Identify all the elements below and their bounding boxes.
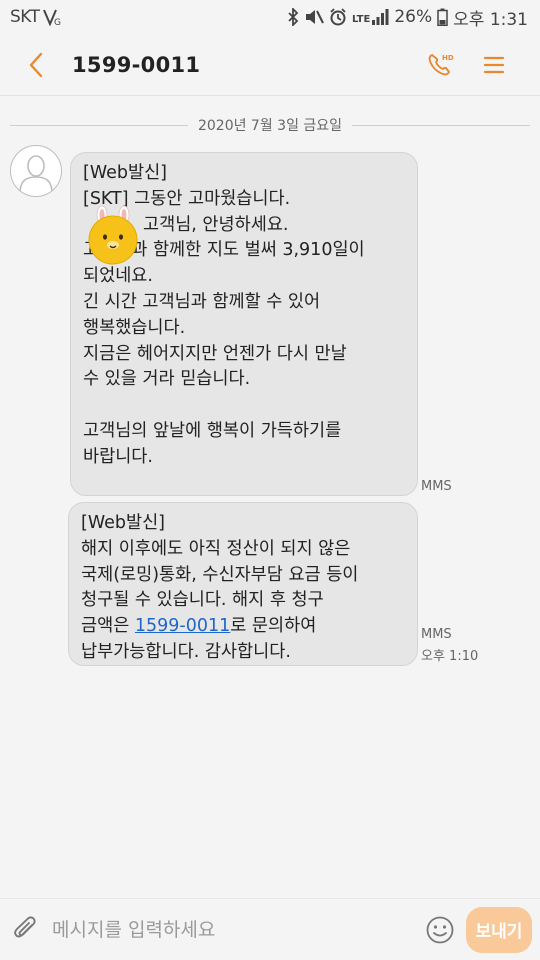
message-line: 바랍니다. xyxy=(83,446,153,467)
composer-bar: 보내기 xyxy=(0,898,540,960)
message-line: 납부가능합니다. 감사합니다. xyxy=(81,641,291,662)
svg-text:HD: HD xyxy=(442,54,454,62)
bluetooth-icon xyxy=(288,8,299,26)
clock: 오후 1:31 xyxy=(453,9,528,30)
send-button[interactable]: 보내기 xyxy=(466,906,532,953)
menu-icon xyxy=(483,56,505,73)
sticker-bear-icon xyxy=(88,205,138,265)
back-button[interactable] xyxy=(0,34,72,96)
emoji-icon xyxy=(426,916,454,943)
battery-percent: 26% xyxy=(394,7,433,27)
call-button[interactable]: HD xyxy=(418,43,462,87)
message-line: 수 있을 거라 믿습니다. xyxy=(83,369,251,390)
message-line: 고객님의 앞날에 행복이 가득하기를 xyxy=(83,420,342,441)
message-line: 금액은 1599-0011로 문의하여 xyxy=(81,614,405,640)
message-meta: MMS 오후 1:10 xyxy=(421,626,478,666)
message-line: 청구될 수 있습니다. 해지 후 청구 xyxy=(81,590,324,611)
divider xyxy=(352,124,531,126)
signal-icon xyxy=(372,9,389,25)
phone-hd-icon: HD xyxy=(428,54,454,75)
phone-number-link[interactable]: 1599-0011 xyxy=(135,616,230,636)
message-input[interactable] xyxy=(52,909,420,950)
conversation-title: 1599-0011 xyxy=(72,52,201,77)
mute-icon xyxy=(305,10,324,24)
app-bar: 1599-0011 HD xyxy=(0,34,540,96)
message-line: 지금은 헤어지지만 언젠가 다시 만날 xyxy=(83,343,347,364)
message-meta: MMS xyxy=(421,478,452,496)
message-type: MMS xyxy=(421,479,452,494)
status-right: LTE 26% 오후 1:31 xyxy=(287,5,528,30)
message-text: 고객님, 안녕하세요. xyxy=(143,214,289,235)
messaging-app: SKT G LTE 26% 오후 1:31 1599-0011 HD 2020년… xyxy=(0,0,540,960)
date-label: 2020년 7월 3일 금요일 xyxy=(197,118,343,134)
message-line: 행복했습니다. xyxy=(83,317,186,338)
message-line: 국제(로밍)통화, 수신자부담 요금 등이 xyxy=(81,564,359,585)
paperclip-icon xyxy=(14,915,36,937)
attach-button[interactable] xyxy=(0,899,52,960)
message-text: 로 문의하여 xyxy=(230,616,317,637)
message-line: 해지 이후에도 아직 정산이 되지 않은 xyxy=(81,538,351,559)
message-bubble[interactable]: [Web발신] 해지 이후에도 아직 정산이 되지 않은 국제(로밍)통화, 수… xyxy=(68,502,418,666)
divider xyxy=(10,124,188,126)
carrier-label: SKT xyxy=(10,7,40,27)
message-line: [Web발신] xyxy=(81,513,166,533)
message-line: 긴 시간 고객님과 함께할 수 있어 xyxy=(83,291,321,312)
date-separator: 2020년 7월 3일 금요일 xyxy=(10,113,531,137)
emoji-button[interactable] xyxy=(420,910,460,950)
message-text: 금액은 xyxy=(81,616,135,637)
back-arrow-icon xyxy=(29,52,43,77)
svg-text:G: G xyxy=(54,18,61,26)
message-line: 되었네요. xyxy=(83,266,153,287)
battery-icon xyxy=(437,8,448,26)
network-type-icon: G xyxy=(42,9,61,26)
message-line: [Web발신] xyxy=(83,163,168,183)
alarm-icon xyxy=(330,8,346,26)
person-icon xyxy=(19,155,53,192)
status-left: SKT G xyxy=(10,7,62,27)
contact-avatar[interactable] xyxy=(10,145,62,197)
network-label: LTE xyxy=(351,14,371,25)
app-bar-actions: HD xyxy=(418,43,540,87)
message-type: MMS xyxy=(421,627,452,642)
menu-button[interactable] xyxy=(472,43,516,87)
lte-signal: LTE xyxy=(352,8,389,26)
status-bar: SKT G LTE 26% 오후 1:31 xyxy=(0,0,540,34)
message-time: 오후 1:10 xyxy=(421,649,479,664)
